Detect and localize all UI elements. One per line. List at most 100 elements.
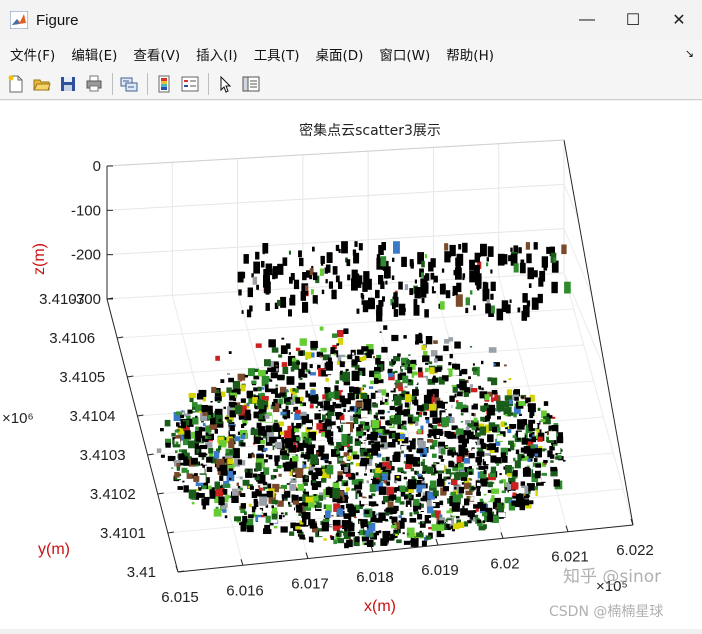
property-inspector-icon[interactable] (239, 72, 263, 96)
cloud-point (394, 383, 397, 385)
menu-desktop[interactable]: 桌面(D) (307, 44, 371, 64)
pointer-icon[interactable] (213, 72, 237, 96)
insert-colorbar-icon[interactable] (152, 72, 176, 96)
cloud-point (253, 473, 258, 478)
cloud-point (550, 466, 558, 472)
cloud-point (202, 431, 206, 436)
cloud-point (424, 309, 429, 318)
cloud-point (449, 244, 456, 257)
cloud-point (201, 441, 205, 444)
menu-file[interactable]: 文件(F) (2, 44, 63, 64)
cloud-point (203, 390, 207, 394)
maximize-button[interactable]: ☐ (610, 0, 656, 40)
cloud-point (346, 259, 351, 267)
cloud-point (299, 259, 303, 266)
cloud-point (243, 254, 249, 264)
cloud-point (319, 268, 324, 276)
print-icon[interactable] (82, 72, 106, 96)
cloud-point (334, 385, 339, 391)
menu-window[interactable]: 窗口(W) (371, 44, 438, 64)
open-icon[interactable] (30, 72, 54, 96)
new-figure-icon[interactable] (4, 72, 28, 96)
cloud-point (416, 358, 421, 365)
cloud-point (268, 339, 276, 348)
cloud-point (508, 440, 514, 445)
cloud-point (346, 436, 353, 444)
cloud-point (243, 423, 247, 426)
cloud-point (352, 352, 355, 355)
cloud-point (477, 460, 482, 466)
cloud-point (352, 454, 360, 460)
cloud-point (351, 269, 358, 281)
cloud-point (386, 481, 390, 486)
cloud-point (457, 480, 462, 485)
cloud-point (499, 473, 502, 476)
cloud-point (422, 477, 425, 481)
cloud-point (398, 281, 403, 290)
cloud-point (264, 359, 271, 367)
cloud-point (485, 303, 491, 314)
cloud-point (298, 513, 301, 516)
insert-legend-icon[interactable] (178, 72, 202, 96)
cloud-point (476, 519, 482, 524)
cloud-point (468, 466, 472, 470)
cloud-point (369, 370, 375, 378)
cloud-point (422, 360, 425, 363)
cloud-point (282, 366, 289, 375)
x-tick-label: 6.016 (226, 582, 264, 599)
cloud-point (299, 411, 307, 416)
cloud-point (543, 401, 549, 406)
cloud-point (248, 514, 254, 519)
menu-view[interactable]: 查看(V) (125, 44, 188, 64)
cloud-point (333, 465, 341, 471)
cloud-point (496, 308, 504, 321)
cloud-point (346, 539, 353, 548)
cloud-point (289, 360, 292, 363)
cloud-point (310, 289, 314, 295)
cloud-point (204, 496, 210, 502)
menu-insert[interactable]: 插入(I) (188, 44, 246, 64)
menu-tools[interactable]: 工具(T) (246, 44, 308, 64)
cloud-point (279, 386, 287, 394)
cloud-point (476, 491, 481, 496)
close-button[interactable]: ✕ (656, 0, 702, 40)
save-icon[interactable] (56, 72, 80, 96)
cloud-point (503, 380, 507, 383)
cloud-point (478, 465, 486, 470)
cloud-point (234, 516, 242, 522)
cloud-point (297, 483, 304, 491)
cloud-point (415, 494, 420, 497)
cloud-point (425, 417, 430, 420)
cloud-point (382, 296, 385, 302)
cloud-point (283, 462, 291, 472)
cloud-point (301, 452, 305, 455)
cloud-point (448, 362, 452, 366)
cloud-point (304, 476, 308, 480)
link-icon[interactable] (117, 72, 141, 96)
cloud-point (363, 432, 367, 436)
cloud-point (433, 463, 437, 465)
scatter3-chart[interactable]: 密集点云scatter3展示 6.015 6.016 6.017 6.018 6.019… (0, 101, 702, 629)
cloud-point (295, 468, 304, 478)
cloud-point (438, 455, 443, 459)
cloud-point (271, 401, 276, 407)
cloud-point (312, 272, 318, 281)
cloud-point (518, 247, 522, 254)
cloud-point (253, 411, 259, 419)
cloud-point (298, 250, 302, 258)
menu-edit[interactable]: 编辑(E) (63, 44, 125, 64)
minimize-button[interactable]: — (564, 0, 610, 40)
cloud-point (533, 242, 538, 250)
cloud-point (498, 512, 506, 518)
menu-help[interactable]: 帮助(H) (438, 44, 502, 64)
cloud-point (208, 485, 212, 490)
cloud-point (468, 471, 473, 475)
cloud-point (483, 469, 487, 474)
cloud-point (308, 371, 311, 374)
cloud-point (378, 512, 386, 521)
cloud-point (535, 470, 541, 479)
cloud-point (459, 463, 464, 468)
dock-arrow-icon[interactable]: ↘ (685, 47, 694, 60)
cloud-point (347, 490, 356, 500)
cloud-point (359, 357, 364, 362)
